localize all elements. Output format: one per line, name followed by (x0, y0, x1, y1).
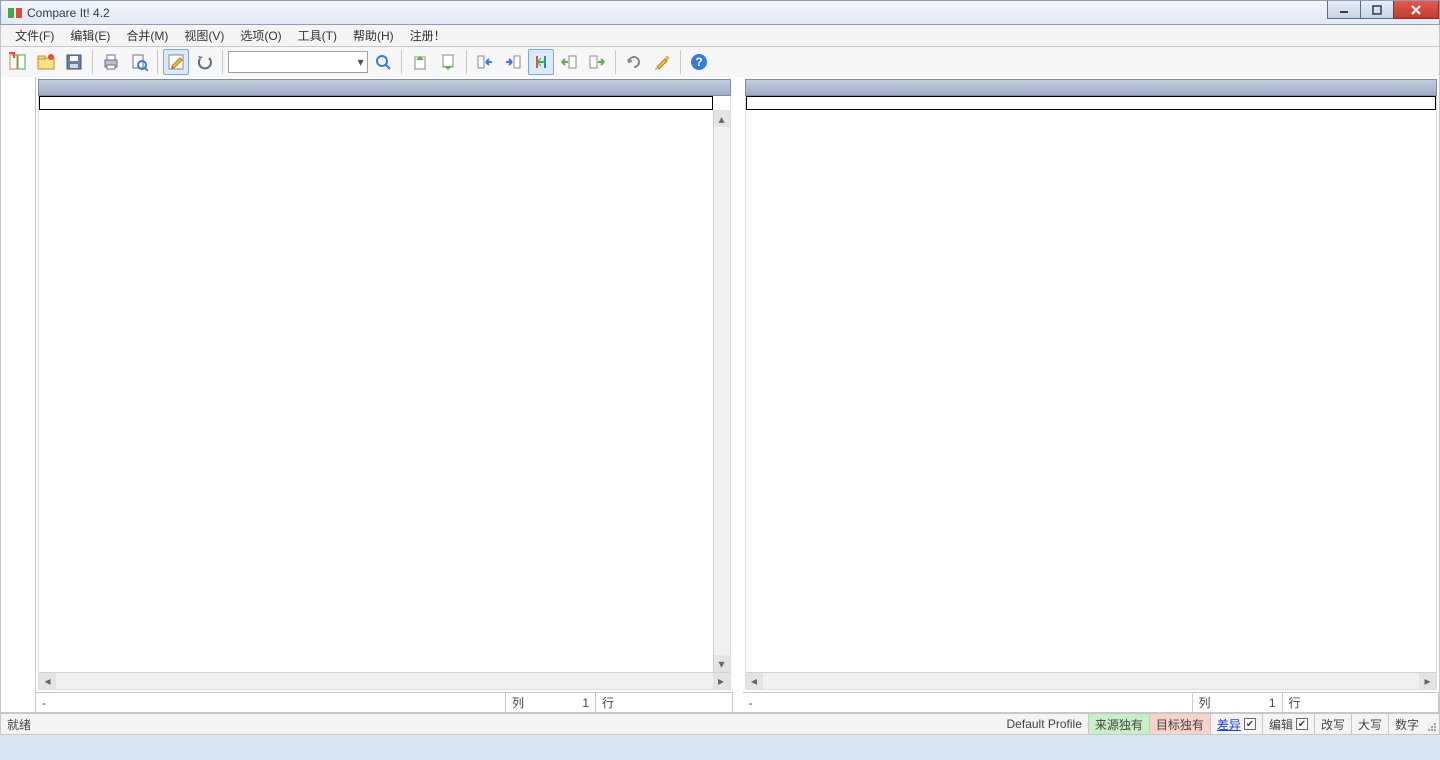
status-profile[interactable]: Default Profile (1001, 714, 1089, 734)
status-overwrite: 改写 (1315, 714, 1352, 734)
left-path-cell: - (36, 693, 506, 712)
menu-options[interactable]: 选项(O) (232, 25, 289, 46)
scroll-right-icon[interactable]: ▸ (713, 673, 730, 689)
diff-checkbox[interactable]: ✔ (1244, 718, 1256, 730)
left-vertical-scrollbar[interactable]: ▴ ▾ (713, 110, 730, 672)
copy-to-right-button[interactable] (500, 49, 526, 75)
menu-help[interactable]: 帮助(H) (345, 25, 402, 46)
right-pane: ◂ ▸ - 列1 行 (743, 77, 1440, 712)
toolbar-separator (157, 50, 158, 74)
edit-checkbox[interactable]: ✔ (1296, 718, 1308, 730)
left-pane-info: - 列1 行 (36, 692, 733, 712)
toolbar-separator (401, 50, 402, 74)
menu-file[interactable]: 文件(F) (7, 25, 62, 46)
next-diff-file-button[interactable] (435, 49, 461, 75)
edit-mode-button[interactable] (163, 49, 189, 75)
menu-edit[interactable]: 编辑(E) (62, 25, 118, 46)
find-button[interactable] (370, 49, 396, 75)
scroll-down-icon[interactable]: ▾ (714, 655, 730, 672)
prev-diff-file-button[interactable] (407, 49, 433, 75)
scroll-right-icon[interactable]: ▸ (1419, 673, 1436, 689)
scroll-left-icon[interactable]: ◂ (746, 673, 763, 689)
right-row-cell: 行 (1283, 693, 1440, 712)
minimize-button[interactable] (1327, 1, 1361, 19)
app-icon (7, 5, 23, 21)
copy-to-left-button[interactable] (472, 49, 498, 75)
status-bar: 就绪 Default Profile 来源独有 目标独有 差异✔ 编辑✔ 改写 … (0, 713, 1440, 735)
new-compare-folder-button[interactable] (33, 49, 59, 75)
right-pane-info: - 列1 行 (743, 692, 1440, 712)
toolbar-separator (680, 50, 681, 74)
status-ready: 就绪 (1, 714, 37, 734)
menu-merge[interactable]: 合并(M) (118, 25, 176, 46)
left-horizontal-scrollbar[interactable]: ◂ ▸ (39, 672, 730, 689)
right-horizontal-scrollbar[interactable]: ◂ ▸ (746, 672, 1437, 689)
left-col-cell: 列1 (506, 693, 596, 712)
menu-bar: 文件(F) 编辑(E) 合并(M) 视图(V) 选项(O) 工具(T) 帮助(H… (0, 25, 1440, 47)
toolbar-separator (92, 50, 93, 74)
right-path-cell: - (743, 693, 1193, 712)
help-button[interactable]: ? (686, 49, 712, 75)
search-dropdown-icon[interactable]: ▾ (354, 55, 367, 69)
status-caps: 大写 (1352, 714, 1389, 734)
window-title: Compare It! 4.2 (27, 6, 110, 20)
status-edit[interactable]: 编辑✔ (1263, 714, 1315, 734)
diff-gutter (1, 77, 36, 712)
left-pane-header[interactable] (38, 79, 731, 96)
scroll-left-icon[interactable]: ◂ (39, 673, 56, 689)
next-change-button[interactable] (584, 49, 610, 75)
resize-grip[interactable] (1425, 714, 1439, 734)
options-button[interactable] (649, 49, 675, 75)
print-button[interactable] (98, 49, 124, 75)
menu-view[interactable]: 视图(V) (176, 25, 232, 46)
svg-text:?: ? (695, 55, 702, 69)
left-pane: ▴ ▾ ◂ ▸ - 列1 行 (36, 77, 733, 712)
right-first-line[interactable] (746, 96, 1437, 110)
sync-scroll-button[interactable] (528, 49, 554, 75)
menu-tools[interactable]: 工具(T) (290, 25, 345, 46)
maximize-button[interactable] (1360, 1, 1394, 19)
status-num: 数字 (1389, 714, 1425, 734)
prev-change-button[interactable] (556, 49, 582, 75)
undo-button[interactable] (191, 49, 217, 75)
left-pane-body[interactable]: ▴ ▾ ◂ ▸ (38, 96, 731, 690)
toolbar: ▾ ? (0, 47, 1440, 77)
status-source-only[interactable]: 来源独有 (1089, 714, 1150, 734)
toolbar-separator (466, 50, 467, 74)
search-combo[interactable]: ▾ (228, 51, 368, 73)
print-preview-button[interactable] (126, 49, 152, 75)
scroll-up-icon[interactable]: ▴ (714, 110, 730, 127)
right-col-cell: 列1 (1193, 693, 1283, 712)
toolbar-separator (222, 50, 223, 74)
left-row-cell: 行 (596, 693, 733, 712)
new-compare-button[interactable] (5, 49, 31, 75)
refresh-button[interactable] (621, 49, 647, 75)
menu-register[interactable]: 注册！ (402, 25, 454, 46)
close-button[interactable] (1393, 1, 1439, 19)
title-bar: Compare It! 4.2 (0, 0, 1440, 25)
main-area: ▴ ▾ ◂ ▸ - 列1 行 ◂ ▸ - 列1 行 (0, 77, 1440, 713)
toolbar-separator (615, 50, 616, 74)
pane-splitter[interactable] (733, 77, 743, 712)
search-input[interactable] (229, 55, 354, 69)
status-target-only[interactable]: 目标独有 (1150, 714, 1211, 734)
right-pane-body[interactable]: ◂ ▸ (745, 96, 1438, 690)
window-controls (1328, 1, 1439, 19)
status-diff[interactable]: 差异✔ (1211, 714, 1263, 734)
left-first-line[interactable] (39, 96, 713, 110)
save-button[interactable] (61, 49, 87, 75)
right-pane-header[interactable] (745, 79, 1438, 96)
